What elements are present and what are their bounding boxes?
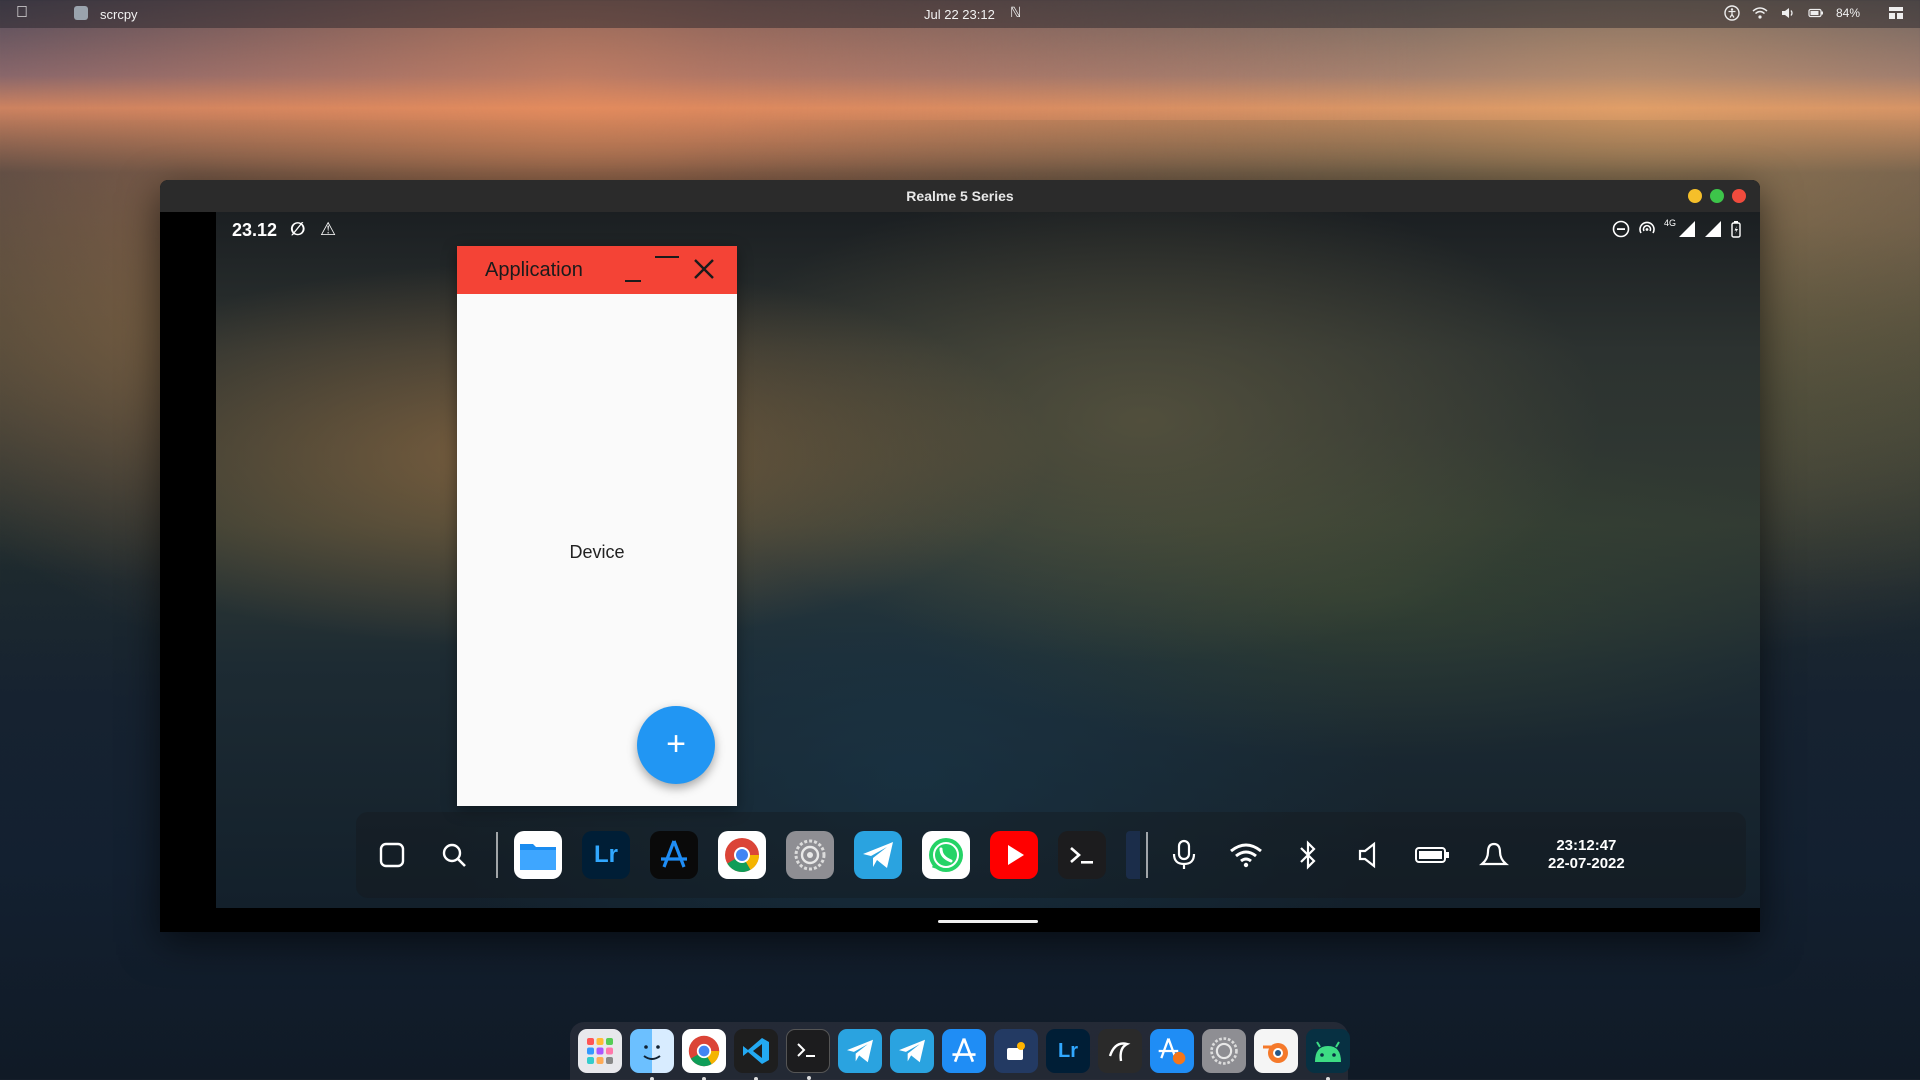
phone-taskbar: Lr 23:12:47 22-07-2022 xyxy=(356,812,1746,898)
notes-dock-icon[interactable] xyxy=(994,1029,1038,1073)
device-label: Device xyxy=(569,542,625,562)
menubar-clock[interactable]: Jul 22 23:12 xyxy=(924,7,995,22)
taskbar-clock[interactable]: 23:12:47 22-07-2022 xyxy=(1548,837,1625,873)
bluetooth-icon[interactable] xyxy=(1288,831,1328,879)
telegram-app-icon[interactable] xyxy=(854,831,902,879)
accessibility-icon[interactable] xyxy=(1724,5,1740,21)
minimize-app-button[interactable] xyxy=(621,252,645,284)
network-type-label: 4G xyxy=(1663,218,1676,228)
minimize-window-button[interactable] xyxy=(1688,189,1702,203)
phone-status-time: 23.12 xyxy=(232,220,278,240)
whatsapp-app-icon[interactable] xyxy=(922,831,970,879)
volume-icon[interactable] xyxy=(1780,5,1796,21)
app-store-icon[interactable] xyxy=(650,831,698,879)
lightroom-dock-icon[interactable]: Lr xyxy=(1046,1029,1090,1073)
close-window-button[interactable] xyxy=(1732,189,1746,203)
settings-app-icon[interactable] xyxy=(786,831,834,879)
scrcpy-app-icon xyxy=(74,6,88,20)
inkscape-dock-icon[interactable] xyxy=(1098,1029,1142,1073)
system-settings-dock-icon[interactable] xyxy=(1202,1029,1246,1073)
hotspot-icon xyxy=(1639,221,1655,234)
vscode-dock-icon[interactable] xyxy=(734,1029,778,1080)
dock: Lr xyxy=(570,1022,1350,1080)
window-controls xyxy=(1688,189,1746,203)
dnd-status-icon xyxy=(1612,220,1630,238)
signal-icon xyxy=(1679,221,1695,237)
files-app-icon[interactable] xyxy=(514,831,562,879)
software-updater-dock-icon[interactable] xyxy=(1150,1029,1194,1073)
window-title: Realme 5 Series xyxy=(906,188,1014,204)
chrome-dock-icon[interactable] xyxy=(682,1029,726,1080)
taskbar-battery-icon[interactable] xyxy=(1412,831,1452,879)
taskbar-divider xyxy=(496,832,498,878)
search-icon[interactable] xyxy=(434,831,474,879)
apple-icon[interactable]:  xyxy=(16,4,28,22)
application-window: Application Device + xyxy=(457,246,737,806)
launchpad-icon[interactable] xyxy=(578,1029,622,1073)
wifi-icon[interactable] xyxy=(1752,5,1768,21)
telegram-dock-icon[interactable] xyxy=(838,1029,882,1073)
window-titlebar[interactable]: Realme 5 Series xyxy=(160,180,1760,212)
vscode-app-icon[interactable] xyxy=(1126,831,1140,879)
menu-bar:  scrcpy Jul 22 23:12 ℕ 84% xyxy=(0,0,1920,28)
no-sim-icon: ∅ xyxy=(290,219,306,239)
finder-icon[interactable] xyxy=(630,1029,674,1080)
application-header: Application xyxy=(457,246,737,294)
gesture-bar[interactable] xyxy=(938,920,1038,923)
chrome-app-icon[interactable] xyxy=(718,831,766,879)
speaker-icon[interactable] xyxy=(1350,831,1390,879)
scrcpy-window: Realme 5 Series 23.12 ∅ ⚠ 4G Application xyxy=(160,180,1760,932)
do-not-disturb-icon[interactable]: ℕ xyxy=(1010,4,1021,21)
maximize-app-button[interactable] xyxy=(653,250,681,270)
app-store-dock-icon[interactable] xyxy=(942,1029,986,1073)
blender-dock-icon[interactable] xyxy=(1254,1029,1298,1073)
phone-status-bar: 23.12 ∅ ⚠ 4G xyxy=(216,212,1760,248)
close-app-button[interactable] xyxy=(691,256,717,282)
taskbar-divider-2 xyxy=(1146,832,1148,878)
notifications-icon[interactable] xyxy=(1474,831,1514,879)
battery-icon[interactable] xyxy=(1808,5,1824,21)
youtube-app-icon[interactable] xyxy=(990,831,1038,879)
control-center-icon[interactable] xyxy=(1888,5,1904,21)
maximize-window-button[interactable] xyxy=(1710,189,1724,203)
telegram-alt-dock-icon[interactable] xyxy=(890,1029,934,1073)
warning-icon: ⚠ xyxy=(320,219,337,239)
taskbar-time: 23:12:47 xyxy=(1556,837,1617,854)
terminal-app-icon[interactable] xyxy=(1058,831,1106,879)
phone-battery-icon xyxy=(1731,221,1741,238)
signal-2-icon xyxy=(1705,221,1721,237)
active-app-name[interactable]: scrcpy xyxy=(100,7,138,22)
phone-screen[interactable]: 23.12 ∅ ⚠ 4G Application Device + Lr 23:… xyxy=(216,212,1760,908)
battery-percent: 84% xyxy=(1835,6,1860,20)
running-indicator xyxy=(807,1076,811,1080)
taskbar-date: 22-07-2022 xyxy=(1548,855,1625,872)
lightroom-app-icon[interactable]: Lr xyxy=(582,831,630,879)
android-studio-dock-icon[interactable] xyxy=(1306,1029,1350,1080)
overview-icon[interactable] xyxy=(372,831,412,879)
application-title: Application xyxy=(485,259,583,281)
add-fab-button[interactable]: + xyxy=(637,706,715,784)
wifi-status-icon[interactable] xyxy=(1226,831,1266,879)
microphone-icon[interactable] xyxy=(1164,831,1204,879)
terminal-dock-icon[interactable] xyxy=(786,1029,830,1080)
